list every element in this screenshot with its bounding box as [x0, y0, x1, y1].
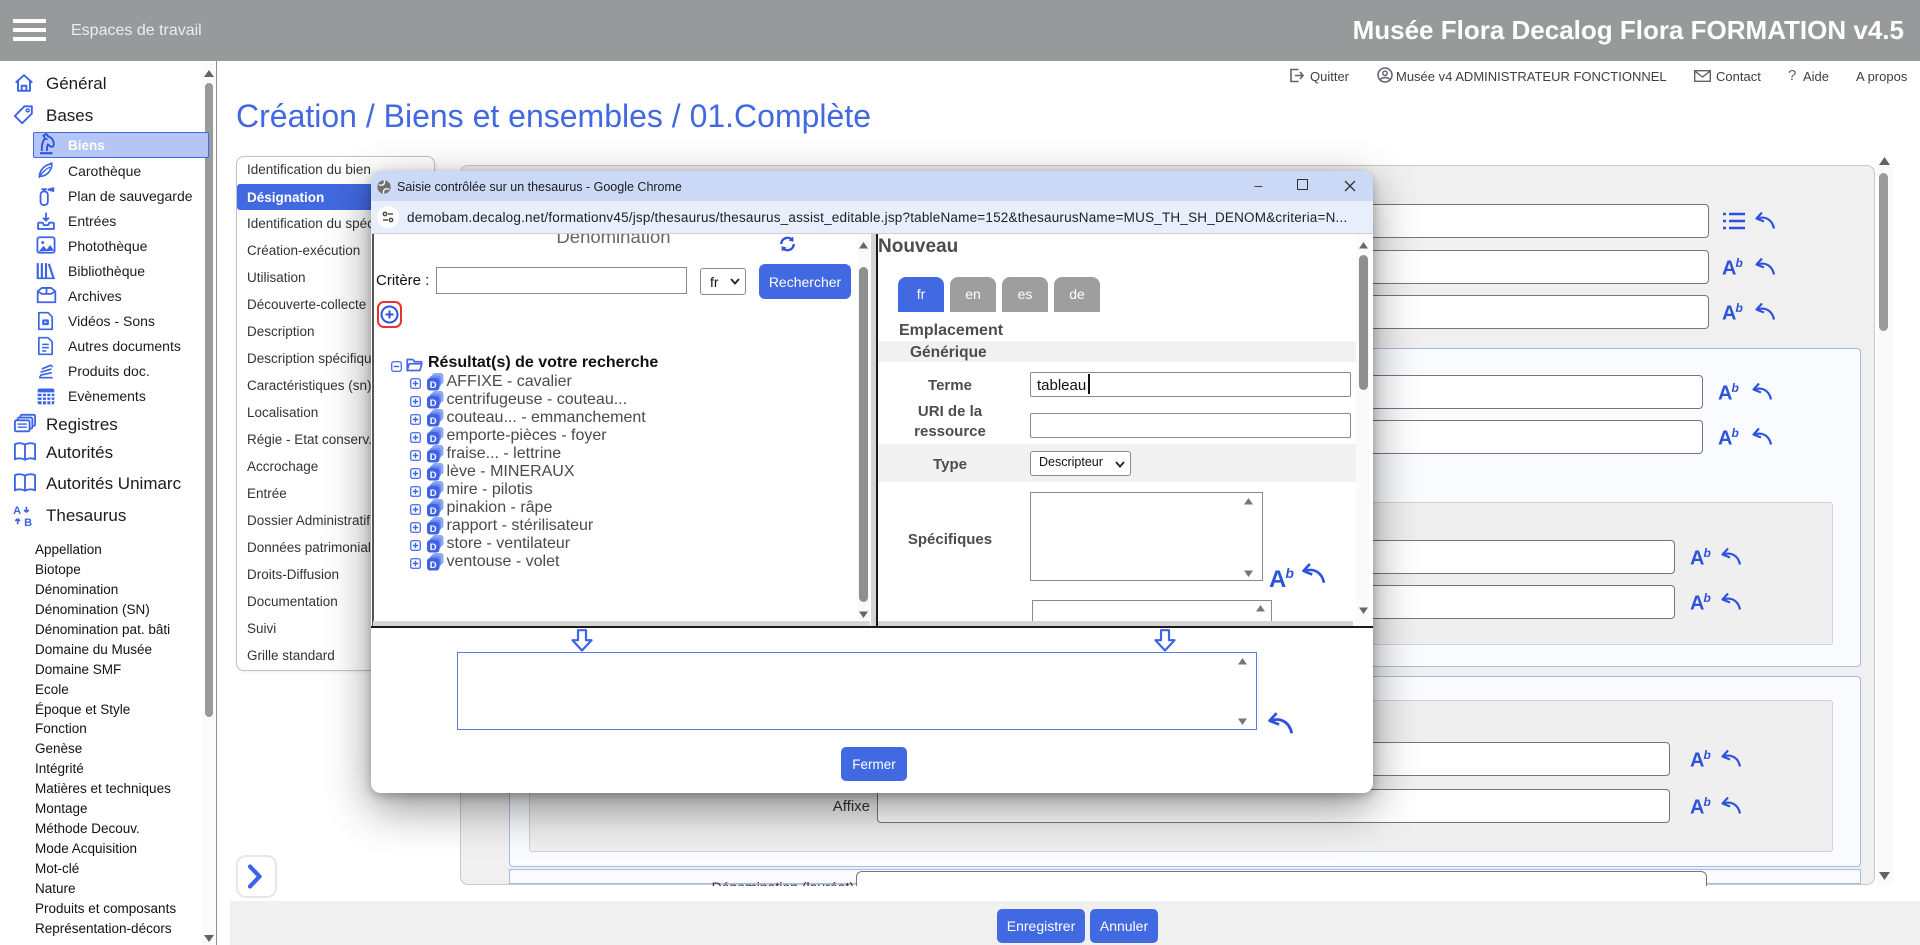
svg-text:D: D: [430, 560, 437, 571]
svg-text:A: A: [13, 505, 21, 517]
svg-text:B: B: [24, 517, 32, 527]
